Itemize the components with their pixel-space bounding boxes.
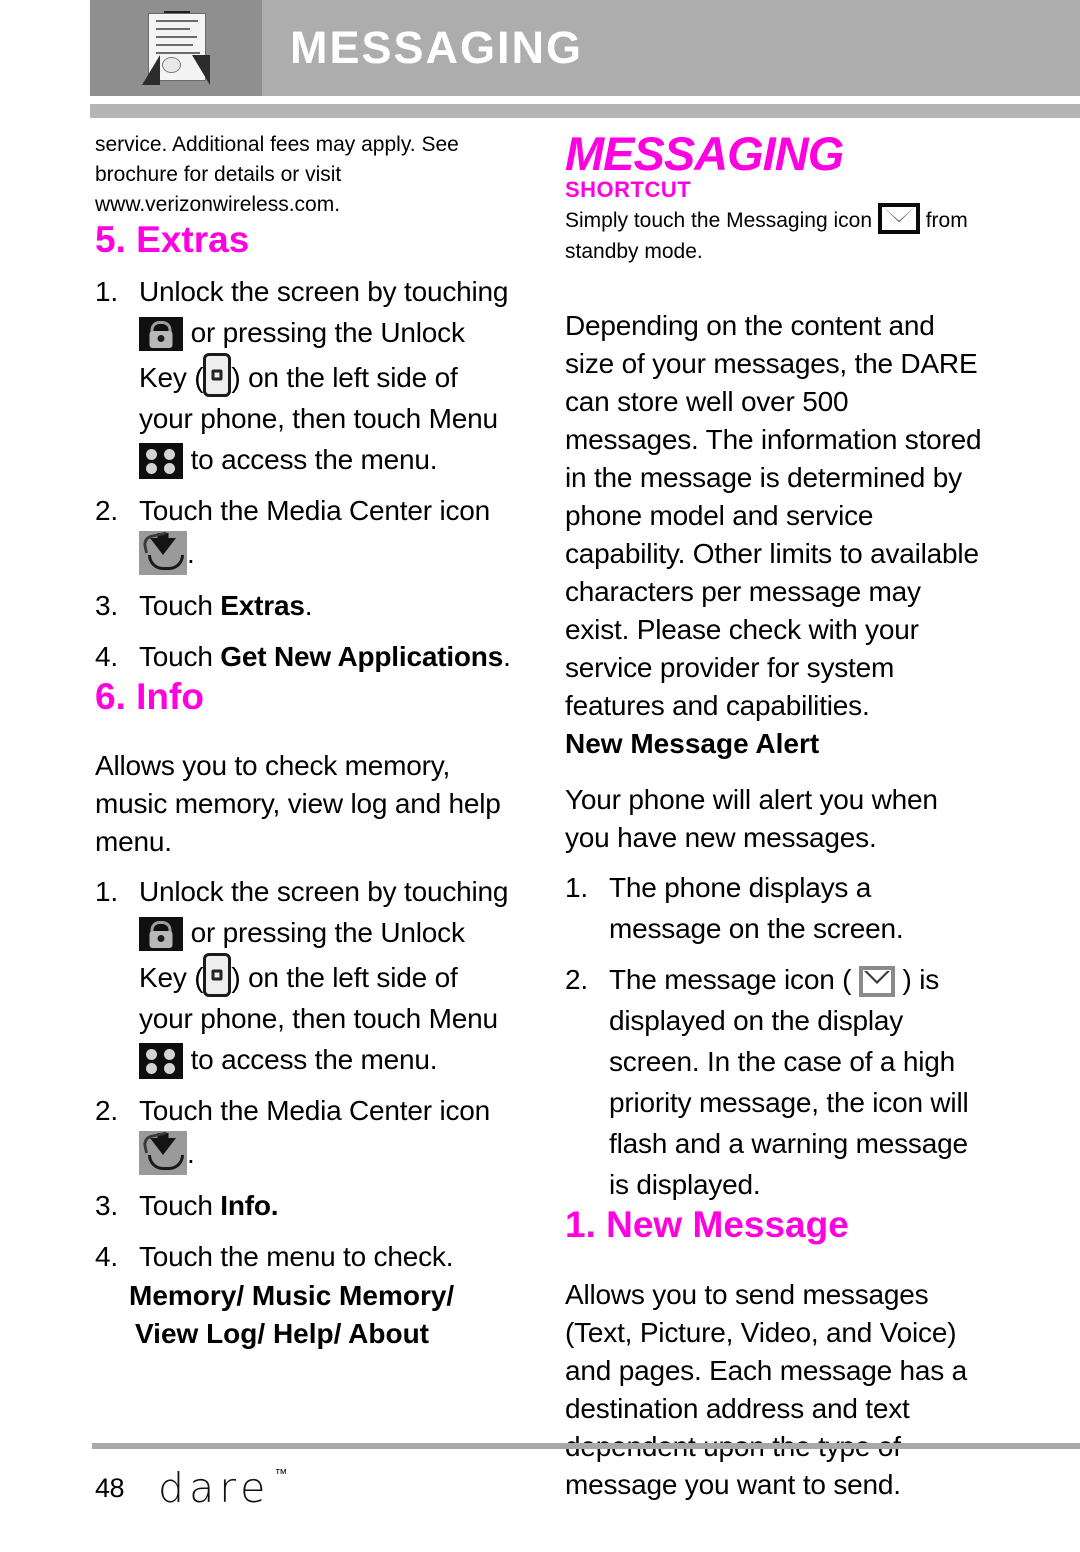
unlock-key-icon	[203, 352, 232, 397]
step-text: Touch the Media Center icon	[139, 1095, 491, 1127]
step-number: 3.	[95, 1190, 118, 1222]
step-number: 1.	[95, 876, 118, 908]
media-center-icon	[139, 1131, 187, 1176]
list-item: 4. Touch Get New Applications.	[95, 636, 515, 677]
step-number: 3.	[95, 589, 118, 621]
step-bold-term: Extras	[220, 589, 305, 621]
heading-extras: 5. Extras	[95, 219, 250, 260]
left-column: service. Additional fees may apply. See …	[95, 130, 515, 1353]
step-number: 2.	[95, 1095, 118, 1127]
heading-info: 6. Info	[95, 675, 204, 717]
trademark-symbol: ™	[274, 1467, 288, 1482]
step-number: 1.	[95, 275, 118, 307]
step-number: 1.	[565, 872, 588, 903]
header-divider	[90, 104, 1080, 118]
shortcut-text-before: Simply touch the Messaging icon	[565, 209, 872, 232]
unlock-key-icon	[203, 953, 232, 998]
page-footer: 48 Dare ™	[95, 1464, 287, 1512]
step-text-2: ) is displayed on the display screen. In…	[609, 964, 969, 1200]
info-menu-list: Memory/ Music Memory/ View Log/ Help/ Ab…	[129, 1280, 455, 1350]
page-number: 48	[95, 1472, 125, 1503]
step-text: Unlock the screen by touching	[139, 876, 509, 908]
step-text: Touch	[139, 1190, 221, 1222]
list-item: 2. Touch the Media Center icon .	[95, 1090, 515, 1176]
lock-icon	[139, 316, 183, 351]
list-item: 1. The phone displays a message on the sc…	[565, 867, 985, 949]
section-title-messaging: MESSAGING	[565, 127, 844, 180]
info-description: Allows you to check memory, music memory…	[95, 750, 501, 858]
page-header: MESSAGING	[90, 0, 1080, 96]
heading-new-message-alert: New Message Alert	[565, 728, 820, 759]
list-item: 2. The message icon ( ) is displayed on t…	[565, 959, 985, 1205]
heading-new-message: 1. New Message	[565, 1204, 849, 1245]
media-center-icon	[139, 530, 187, 575]
step-bold-term: Get New Applications	[220, 640, 504, 672]
step-text: Touch the menu to check.	[139, 1241, 454, 1273]
footer-divider	[92, 1443, 1080, 1449]
step-text-4: to access the menu.	[190, 1044, 438, 1076]
list-item: 2. Touch the Media Center icon .	[95, 490, 515, 575]
new-message-alert-description: Your phone will alert you when you have …	[565, 784, 938, 853]
new-message-description: Allows you to send messages (Text, Pictu…	[565, 1278, 968, 1500]
page-header-title: MESSAGING	[290, 22, 584, 73]
shortcut-label: SHORTCUT	[565, 177, 692, 202]
list-item: 3. Touch Info.	[95, 1185, 515, 1226]
right-column: MESSAGING SHORTCUT Simply touch the Mess…	[565, 130, 985, 1504]
list-item: 1. Unlock the screen by touching or press…	[95, 271, 515, 480]
extras-steps-list: 1. Unlock the screen by touching or press…	[95, 271, 515, 677]
step-number: 4.	[95, 640, 118, 672]
step-text-2: .	[187, 1138, 195, 1170]
step-text-2: .	[304, 589, 313, 621]
menu-grid-icon	[139, 442, 183, 479]
step-number: 4.	[95, 1241, 118, 1273]
step-text: The phone displays a message on the scre…	[609, 872, 904, 944]
lock-icon	[139, 917, 183, 952]
info-steps-list: 1. Unlock the screen by touching or press…	[95, 871, 515, 1277]
list-item: 4. Touch the menu to check.	[95, 1236, 515, 1277]
step-text: Touch the Media Center icon	[139, 494, 491, 526]
header-icon-container	[90, 0, 262, 96]
list-item: 3. Touch Extras.	[95, 585, 515, 626]
intro-paragraph: service. Additional fees may apply. See …	[95, 133, 459, 216]
message-small-icon	[858, 966, 895, 997]
messaging-envelope-icon	[877, 203, 920, 234]
step-text: Touch	[139, 640, 221, 672]
envelope-document-icon	[142, 11, 210, 85]
step-text-2: .	[503, 640, 511, 672]
brand-logo: Dare ™	[158, 1464, 287, 1512]
new-message-alert-steps: 1. The phone displays a message on the sc…	[565, 867, 985, 1205]
messaging-intro-paragraph: Depending on the content and size of you…	[565, 310, 982, 721]
list-item: 1. Unlock the screen by touching or press…	[95, 871, 515, 1080]
step-text-4: to access the menu.	[190, 443, 438, 475]
step-text-2: .	[187, 537, 195, 569]
step-bold-term: Info.	[220, 1190, 279, 1222]
step-number: 2.	[565, 964, 588, 995]
shortcut-text: Simply touch the Messaging icon from sta…	[565, 203, 985, 267]
menu-grid-icon	[139, 1043, 183, 1080]
step-text: Touch	[139, 589, 221, 621]
step-text: The message icon (	[609, 964, 852, 995]
brand-name: Dare	[158, 1464, 271, 1512]
step-number: 2.	[95, 494, 118, 526]
step-text: Unlock the screen by touching	[139, 275, 509, 307]
